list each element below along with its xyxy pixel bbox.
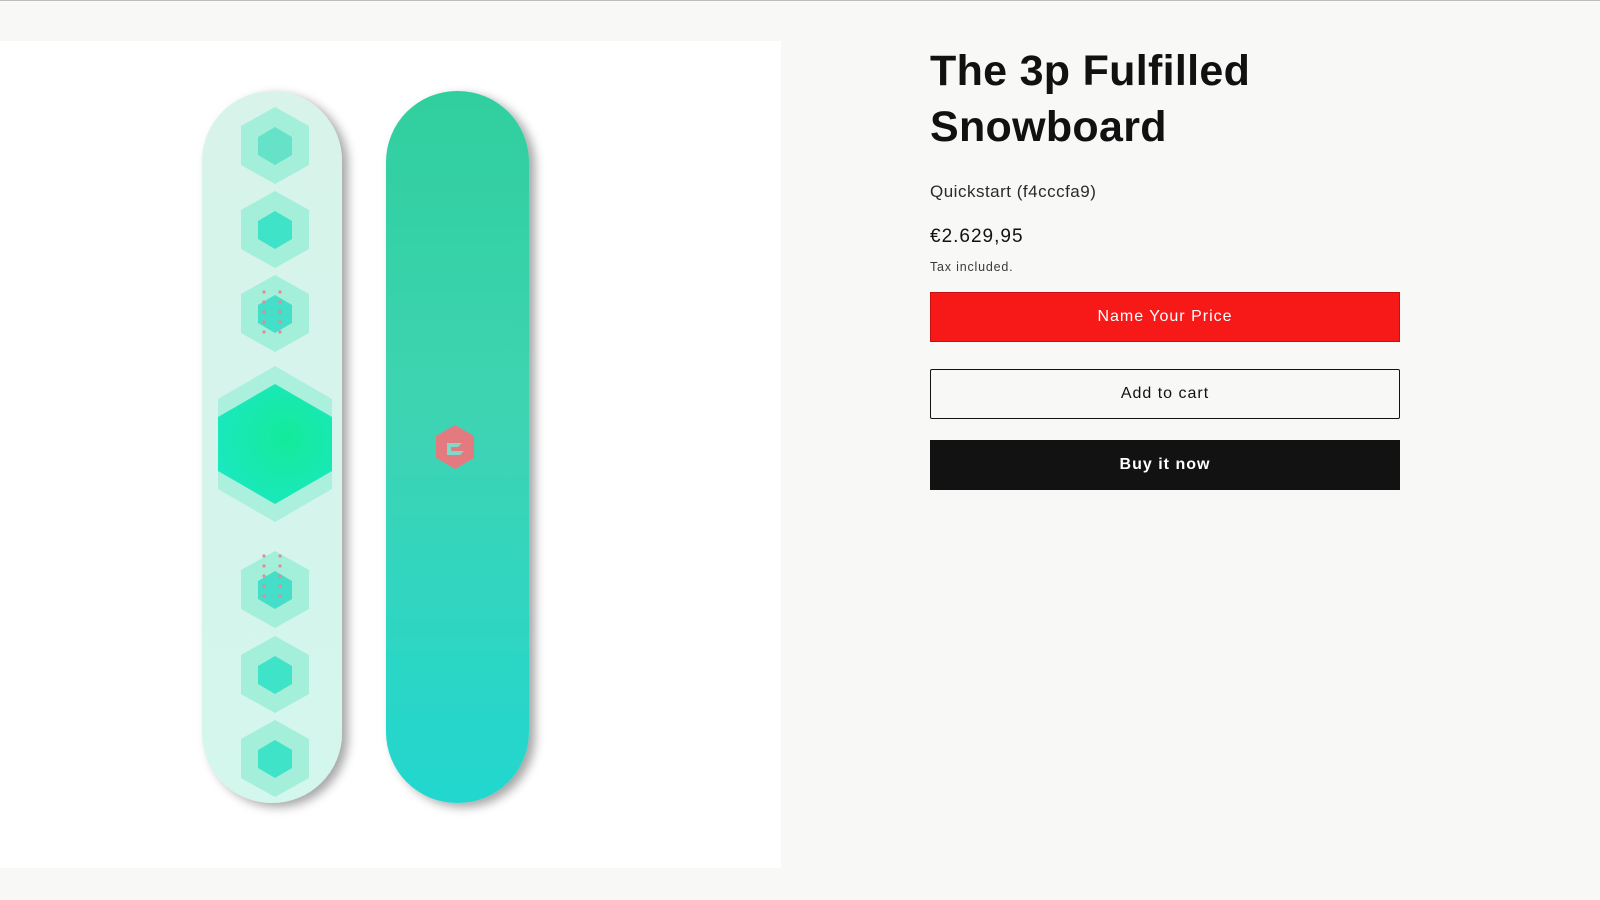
product-info: The 3p Fulfilled Snowboard Quickstart (f…	[930, 43, 1400, 490]
product-media-gallery[interactable]	[0, 41, 781, 868]
name-your-price-button[interactable]: Name Your Price	[930, 292, 1400, 342]
buy-it-now-label: Buy it now	[1119, 456, 1211, 473]
product-page: The 3p Fulfilled Snowboard Quickstart (f…	[0, 0, 1600, 900]
add-to-cart-label: Add to cart	[1120, 385, 1210, 402]
product-title: The 3p Fulfilled Snowboard	[930, 43, 1400, 155]
product-title-line-2: Snowboard	[930, 103, 1167, 151]
add-to-cart-button[interactable]: Add to cart	[930, 369, 1400, 419]
buy-it-now-button[interactable]: Buy it now	[930, 440, 1400, 490]
product-vendor: Quickstart (f4cccfa9)	[930, 182, 1097, 201]
name-your-price-label: Name Your Price	[1097, 308, 1233, 325]
snowboard-image	[202, 91, 529, 803]
product-title-line-1: The 3p Fulfilled	[930, 47, 1251, 95]
tax-note: Tax included.	[930, 260, 1014, 274]
product-price: €2.629,95	[930, 226, 1024, 247]
